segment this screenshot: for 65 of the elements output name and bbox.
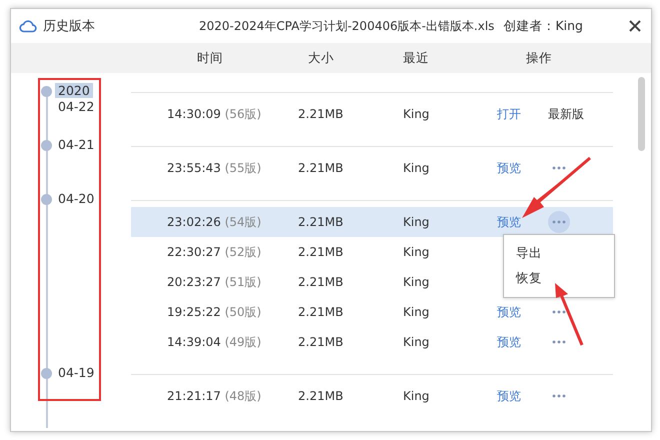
recent-cell-text: King	[403, 107, 430, 121]
time-cell-text: 14:39:04 (49版)	[167, 334, 262, 350]
size-cell-text: 2.21MB	[298, 215, 344, 229]
timeline-dot	[41, 86, 52, 97]
cloud-icon	[19, 19, 37, 33]
menu-item[interactable]: 导出	[504, 241, 614, 266]
recent-cell-text: King	[403, 245, 430, 259]
column-header: 大小	[308, 50, 334, 66]
size-cell-text: 2.21MB	[298, 275, 344, 289]
more-icon	[552, 310, 566, 314]
recent-cell-text: King	[403, 275, 430, 289]
more-icon	[552, 394, 566, 398]
recent-cell-text: King	[403, 161, 430, 175]
preview-link[interactable]: 预览	[497, 160, 521, 176]
more-icon	[552, 166, 566, 170]
preview-link[interactable]: 预览	[497, 334, 521, 350]
column-header: 时间	[197, 50, 223, 66]
date-label: 04-22	[58, 99, 94, 114]
timeline-dot	[41, 368, 52, 379]
date-label: 04-20	[58, 191, 94, 206]
more-button[interactable]	[548, 211, 570, 233]
annotation-arrow	[522, 156, 591, 218]
size-cell-text: 2.21MB	[298, 389, 344, 403]
time-cell-text: 23:55:43 (55版)	[167, 160, 262, 176]
recent-cell-text: King	[403, 335, 430, 349]
recent-cell-text: King	[403, 215, 430, 229]
more-icon	[552, 340, 566, 344]
scrollbar-thumb[interactable]	[638, 77, 645, 151]
version-row[interactable]: 23:02:26 (54版) 2.21MB King 预览	[131, 207, 613, 237]
version-row[interactable]: 21:21:17 (48版) 2.21MB King 预览	[131, 381, 613, 411]
recent-cell-text: King	[403, 389, 430, 403]
preview-link[interactable]: 预览	[497, 304, 521, 320]
preview-link[interactable]: 预览	[497, 388, 521, 404]
creator-label: 创建者：King	[503, 18, 583, 34]
file-name: 2020-2024年CPA学习计划-200406版本-出错版本.xls	[199, 18, 496, 34]
annotation-arrow	[555, 283, 584, 346]
size-cell-text: 2.21MB	[298, 245, 344, 259]
time-cell-text: 23:02:26 (54版)	[167, 214, 262, 230]
version-row[interactable]: 14:39:04 (49版) 2.21MB King 预览	[131, 327, 613, 357]
window-title: 历史版本	[43, 18, 96, 35]
time-cell-text: 21:21:17 (48版)	[167, 388, 262, 404]
menu-item[interactable]: 恢复	[504, 266, 614, 291]
timeline-dot	[41, 194, 52, 205]
time-cell-text: 19:25:22 (50版)	[167, 304, 262, 320]
size-cell-text: 2.21MB	[298, 161, 344, 175]
timeline-dot	[41, 140, 52, 151]
date-label: 04-19	[58, 365, 94, 380]
version-row[interactable]: 14:30:09 (56版) 2.21MB King 打开 最新版	[131, 99, 613, 129]
version-row[interactable]: 19:25:22 (50版) 2.21MB King 预览	[131, 297, 613, 327]
more-icon	[552, 220, 566, 224]
column-header: 最近	[403, 50, 429, 66]
size-cell-text: 2.21MB	[298, 305, 344, 319]
latest-label: 最新版	[548, 106, 585, 122]
date-label: 04-21	[58, 137, 94, 152]
time-cell-text: 20:23:27 (51版)	[167, 274, 262, 290]
time-cell-text: 14:30:09 (56版)	[167, 106, 262, 122]
column-header: 操作	[526, 50, 552, 66]
size-cell-text: 2.21MB	[298, 335, 344, 349]
close-icon[interactable]	[629, 20, 641, 32]
year-label: 2020	[55, 83, 93, 98]
open-link[interactable]: 打开	[497, 106, 521, 122]
recent-cell-text: King	[403, 305, 430, 319]
time-cell-text: 22:30:27 (52版)	[167, 244, 262, 260]
size-cell-text: 2.21MB	[298, 107, 344, 121]
version-row[interactable]: 23:55:43 (55版) 2.21MB King 预览	[131, 153, 613, 183]
